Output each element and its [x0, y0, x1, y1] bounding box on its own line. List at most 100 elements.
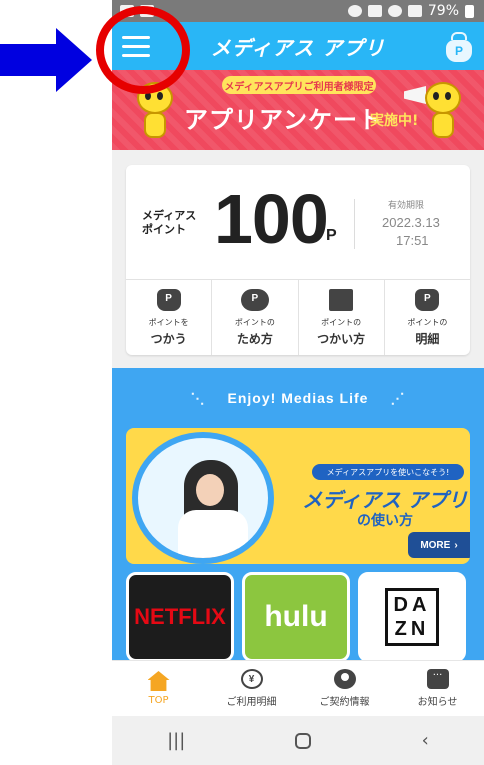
dazn-tile[interactable]: DA ZN [358, 572, 466, 662]
netflix-logo: NETFLIX [134, 604, 226, 629]
photo-person-face [196, 474, 224, 506]
wallet-badge: P [454, 44, 463, 58]
menu-line-icon [122, 53, 150, 57]
service-row: NETFLIX hulu DA ZN [126, 572, 484, 662]
hulu-logo: hulu [264, 600, 328, 633]
feature-title: メディアス アプリ [302, 488, 468, 512]
point-wallet-button[interactable]: P [444, 30, 474, 62]
feature-tag: メディアスアプリを使いこなそう! [312, 464, 464, 480]
more-label: MORE [420, 539, 451, 551]
home-icon [147, 671, 170, 691]
status-right: 79% [347, 3, 474, 19]
nav-label: ご契約情報 [319, 697, 370, 708]
mascot-head [425, 82, 461, 114]
expiry-time: 17:51 [396, 233, 429, 248]
enjoy-section: ⋱ Enjoy! Medias Life ⋰ メディアスアプリを使いこなそう! メデ… [112, 368, 484, 662]
action-small-label: ポイントの [321, 317, 362, 327]
signal-icon [407, 5, 422, 17]
sparkle-right-icon: ⋰ [390, 390, 406, 406]
bottom-nav: TOP ¥ ご利用明細 ご契約情報 お知らせ [112, 660, 484, 716]
action-main-label: ため方 [236, 331, 273, 346]
point-wallet-icon [156, 288, 181, 311]
home-button[interactable] [295, 732, 312, 749]
points-unit: P [326, 227, 337, 244]
dazn-logo: DA ZN [385, 588, 439, 646]
mascot-eye [445, 92, 451, 100]
dazn-logo-line: ZN [394, 618, 430, 640]
points-divider [354, 199, 355, 249]
wallet-bag-handle-icon [451, 32, 467, 40]
mascot-body [144, 112, 166, 138]
menu-line-icon [122, 35, 150, 39]
how-to-use-feature-card[interactable]: メディアスアプリを使いこなそう! メディアス アプリ の使い方 MORE › [126, 428, 470, 564]
menu-line-icon [122, 44, 150, 48]
nav-usage-details[interactable]: ¥ ご利用明細 [205, 661, 298, 716]
mascot-eye [433, 92, 439, 100]
chat-icon [426, 669, 449, 689]
mute-icon [367, 5, 382, 17]
shop-icon [329, 288, 354, 311]
chevron-right-icon: › [454, 539, 458, 551]
alarm-icon [347, 5, 362, 17]
action-main-label: つかい方 [317, 331, 366, 346]
action-main-label: 明細 [415, 331, 440, 346]
banner-pill: メディアスアプリご利用者様限定 [222, 76, 376, 94]
enjoy-title-text: Enjoy! Medias Life [227, 390, 369, 406]
shield-icon [140, 5, 154, 17]
survey-banner[interactable]: メディアスアプリご利用者様限定 アプリアンケート 実施中! [112, 70, 484, 150]
action-main-label: つかう [150, 331, 187, 346]
back-button[interactable]: ‹ [422, 730, 429, 751]
more-button[interactable]: MORE › [408, 532, 470, 558]
how-to-use-points-button[interactable]: ポイントの つかい方 [299, 280, 385, 355]
mascot-head [137, 82, 173, 114]
use-points-button[interactable]: ポイントを つかう [126, 280, 213, 355]
phone-screen: 79% メディアス アプリ P メディアスアプリご利用者様限定 アプリアンケート… [112, 0, 484, 765]
battery-percent: 79% [427, 3, 459, 19]
points-history-button[interactable]: ポイントの 明細 [385, 280, 470, 355]
points-summary[interactable]: メディアス ポイント 100 P 有効期限 2022.3.13 17:51 [126, 165, 470, 280]
mascot-right-icon [420, 82, 466, 144]
nav-notices[interactable]: お知らせ [391, 661, 484, 716]
netflix-tile[interactable]: NETFLIX [126, 572, 234, 662]
action-small-label: ポイントの [234, 317, 275, 327]
person-icon [333, 669, 356, 689]
app-title: メディアス アプリ [210, 35, 386, 60]
hulu-tile[interactable]: hulu [242, 572, 350, 662]
point-tag-icon [415, 288, 440, 311]
annotation-arrow [0, 28, 92, 92]
wifi-icon [387, 5, 402, 17]
nav-contract-info[interactable]: ご契約情報 [298, 661, 391, 716]
piggy-bank-icon [240, 288, 269, 311]
mascot-body [432, 112, 454, 138]
sparkle-left-icon: ⋱ [190, 390, 206, 406]
dazn-logo-line: DA [393, 594, 431, 616]
banner-title: アプリアンケート [184, 106, 384, 134]
mascot-left-icon [132, 82, 178, 144]
nav-top[interactable]: TOP [112, 661, 205, 716]
nav-label: ご利用明細 [226, 697, 277, 708]
feature-subtitle: の使い方 [357, 513, 413, 529]
action-small-label: ポイントを [148, 317, 189, 327]
mascot-eye [157, 92, 163, 100]
status-bar: 79% [112, 0, 484, 22]
nav-label: お知らせ [417, 697, 458, 708]
recent-apps-button[interactable]: ||| [167, 730, 185, 751]
points-label: メディアス ポイント [142, 209, 197, 236]
yen-icon: ¥ [240, 669, 263, 689]
hamburger-menu-button[interactable] [118, 28, 154, 64]
battery-icon [465, 4, 474, 18]
banner-title-suffix: 実施中! [370, 113, 419, 129]
action-small-label: ポイントの [407, 317, 448, 327]
enjoy-title: ⋱ Enjoy! Medias Life ⋰ [112, 390, 484, 407]
earn-points-button[interactable]: ポイントの ため方 [212, 280, 299, 355]
system-nav-bar: ||| ‹ [112, 716, 484, 765]
wallet-bag-icon: P [446, 40, 472, 62]
photo-person-shirt [178, 510, 248, 558]
notification-icon [120, 5, 134, 17]
expiry-date: 2022.3.13 [382, 215, 440, 230]
feature-photo [132, 432, 274, 564]
nav-label: TOP [148, 695, 169, 706]
status-left [120, 5, 154, 17]
expiry-label: 有効期限 [388, 201, 425, 211]
app-header: メディアス アプリ P [112, 22, 484, 70]
